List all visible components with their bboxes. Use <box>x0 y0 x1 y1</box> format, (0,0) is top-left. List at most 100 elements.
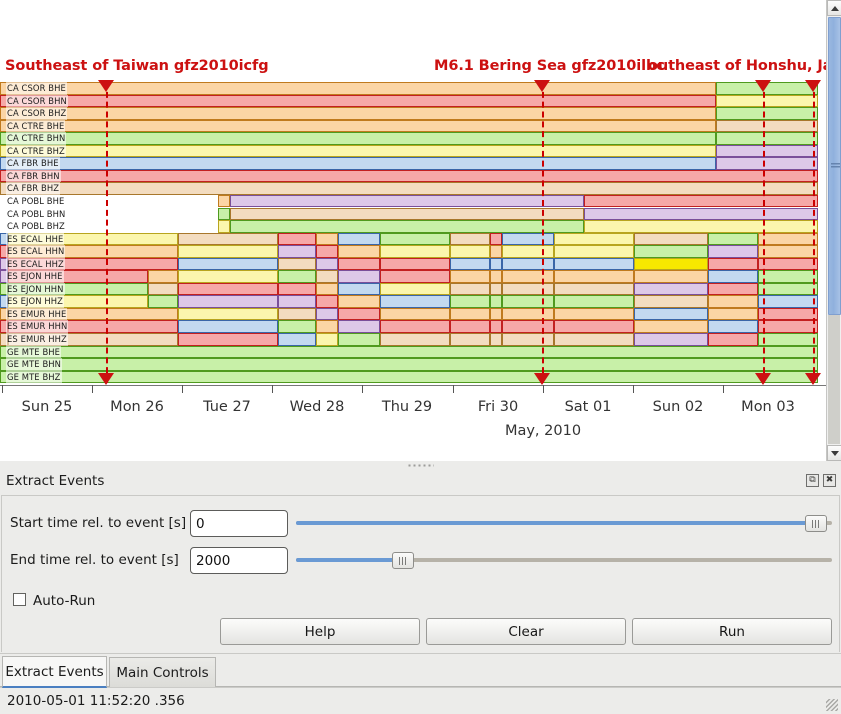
trace-segment[interactable] <box>0 169 818 183</box>
trace-segment[interactable] <box>0 94 716 108</box>
run-button[interactable]: Run <box>632 618 832 645</box>
trace-segment[interactable] <box>380 295 450 308</box>
trace-segment[interactable] <box>278 232 316 246</box>
trace-segment[interactable] <box>380 232 450 246</box>
event-marker-top[interactable] <box>755 80 771 92</box>
panel-splitter[interactable] <box>0 461 841 469</box>
scrollbar-thumb[interactable] <box>828 17 841 315</box>
trace-segment[interactable] <box>450 245 490 258</box>
trace-segment[interactable] <box>380 320 450 333</box>
trace-segment[interactable] <box>0 182 818 195</box>
trace-segment[interactable] <box>0 119 716 133</box>
trace-segment[interactable] <box>278 320 316 333</box>
trace-row[interactable]: CA CSOR BHN <box>0 94 826 108</box>
trace-segment[interactable] <box>708 307 758 321</box>
end-time-slider[interactable] <box>296 545 832 575</box>
trace-segment[interactable] <box>634 307 708 321</box>
trace-segment[interactable] <box>758 245 818 258</box>
trace-row[interactable]: GE MTE BHE <box>0 345 826 359</box>
trace-segment[interactable] <box>708 333 758 346</box>
trace-segment[interactable] <box>148 270 178 283</box>
trace-segment[interactable] <box>634 333 708 346</box>
tab-extract-events[interactable]: Extract Events <box>2 656 107 688</box>
trace-row[interactable]: ES ECAL HHN <box>0 245 826 258</box>
scroll-up-button[interactable] <box>827 0 841 16</box>
trace-segment[interactable] <box>178 320 278 333</box>
trace-segment[interactable] <box>758 307 818 321</box>
trace-segment[interactable] <box>490 232 502 246</box>
trace-segment[interactable] <box>634 270 708 283</box>
trace-row[interactable]: CA CSOR BHE <box>0 82 826 95</box>
trace-segment[interactable] <box>178 232 278 246</box>
trace-segment[interactable] <box>450 307 490 321</box>
trace-segment[interactable] <box>316 333 338 346</box>
trace-segment[interactable] <box>380 245 450 258</box>
trace-segment[interactable] <box>708 320 758 333</box>
trace-segment[interactable] <box>554 257 634 271</box>
trace-segment[interactable] <box>554 307 634 321</box>
trace-segment[interactable] <box>0 144 716 158</box>
trace-segment[interactable] <box>450 232 490 246</box>
trace-segment[interactable] <box>450 270 490 283</box>
trace-segment[interactable] <box>338 257 380 271</box>
scroll-down-button[interactable] <box>827 445 841 461</box>
end-time-input[interactable] <box>190 547 288 574</box>
trace-segment[interactable] <box>502 333 554 346</box>
trace-segment[interactable] <box>634 257 708 271</box>
trace-segment[interactable] <box>218 194 230 208</box>
trace-row[interactable]: CA FBR BHE <box>0 157 826 170</box>
trace-row[interactable]: CA POBL BHZ <box>0 220 826 233</box>
trace-row[interactable]: ES EJON HHE <box>0 270 826 283</box>
trace-segment[interactable] <box>502 295 554 308</box>
trace-segment[interactable] <box>708 257 758 271</box>
trace-segment[interactable] <box>490 245 502 258</box>
trace-segment[interactable] <box>502 320 554 333</box>
trace-segment[interactable] <box>316 307 338 321</box>
trace-segment[interactable] <box>316 257 338 271</box>
trace-segment[interactable] <box>278 333 316 346</box>
trace-segment[interactable] <box>490 270 502 283</box>
trace-segment[interactable] <box>380 257 450 271</box>
trace-segment[interactable] <box>380 307 450 321</box>
event-marker-top[interactable] <box>534 80 550 92</box>
trace-rows-container[interactable]: CA CSOR BHE CA CSOR BHN CA CSOR BHZ CA CTRE… <box>0 80 826 386</box>
trace-row[interactable]: ES EMUR HHE <box>0 307 826 321</box>
trace-row[interactable]: ES ECAL HHE <box>0 232 826 246</box>
trace-segment[interactable] <box>634 232 708 246</box>
trace-segment[interactable] <box>338 295 380 308</box>
slider-thumb[interactable] <box>392 552 415 569</box>
event-marker-bottom[interactable] <box>805 373 821 386</box>
trace-segment[interactable] <box>338 307 380 321</box>
trace-segment[interactable] <box>230 194 584 208</box>
trace-segment[interactable] <box>338 320 380 333</box>
trace-segment[interactable] <box>450 282 490 296</box>
event-marker-bottom[interactable] <box>98 373 114 386</box>
trace-row[interactable]: CA FBR BHZ <box>0 182 826 195</box>
trace-segment[interactable] <box>0 132 716 145</box>
trace-segment[interactable] <box>230 220 584 233</box>
trace-segment[interactable] <box>178 245 278 258</box>
event-marker-top[interactable] <box>805 80 821 92</box>
trace-segment[interactable] <box>338 232 380 246</box>
trace-segment[interactable] <box>178 270 278 283</box>
trace-segment[interactable] <box>554 295 634 308</box>
trace-segment[interactable] <box>758 257 818 271</box>
trace-segment[interactable] <box>708 282 758 296</box>
scrollbar-track[interactable] <box>828 315 840 444</box>
help-button[interactable]: Help <box>220 618 420 645</box>
trace-row[interactable]: CA CTRE BHZ <box>0 144 826 158</box>
trace-segment[interactable] <box>716 144 818 158</box>
trace-segment[interactable] <box>554 245 634 258</box>
trace-segment[interactable] <box>316 245 338 258</box>
trace-segment[interactable] <box>278 295 316 308</box>
trace-segment[interactable] <box>490 333 502 346</box>
trace-segment[interactable] <box>178 333 278 346</box>
trace-segment[interactable] <box>380 270 450 283</box>
trace-segment[interactable] <box>502 307 554 321</box>
trace-segment[interactable] <box>278 282 316 296</box>
trace-segment[interactable] <box>316 282 338 296</box>
trace-row[interactable]: ES ECAL HHZ <box>0 257 826 271</box>
trace-segment[interactable] <box>708 270 758 283</box>
trace-segment[interactable] <box>0 107 716 120</box>
trace-segment[interactable] <box>502 245 554 258</box>
